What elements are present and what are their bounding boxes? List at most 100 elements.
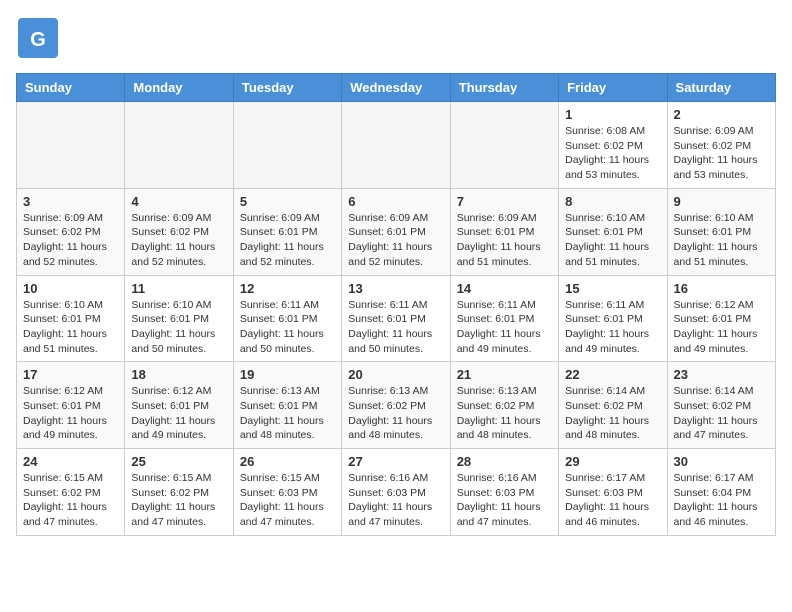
calendar-cell: 1 Sunrise: 6:08 AMSunset: 6:02 PMDaylight… [559,102,667,189]
day-number: 20 [348,367,443,382]
svg-text:G: G [30,29,46,51]
day-number: 15 [565,281,660,296]
calendar-cell: 6 Sunrise: 6:09 AMSunset: 6:01 PMDaylight… [342,188,450,275]
calendar-cell: 24Sunrise: 6:15 AMSunset: 6:02 PMDayligh… [17,449,125,536]
day-info: Sunrise: 6:10 AMSunset: 6:01 PMDaylight:… [23,298,118,357]
day-info: Sunrise: 6:09 AMSunset: 6:02 PMDaylight:… [131,211,226,270]
calendar-header-wednesday: Wednesday [342,74,450,102]
calendar-cell: 25 Sunrise: 6:15 AMSunset: 6:02 PMDayligh… [125,449,233,536]
calendar-cell: 23 Sunrise: 6:14 AMSunset: 6:02 PMDayligh… [667,362,775,449]
calendar-cell [233,102,341,189]
calendar-cell [17,102,125,189]
day-number: 1 [565,107,660,122]
calendar-week-2: 10 Sunrise: 6:10 AMSunset: 6:01 PMDayligh… [17,275,776,362]
calendar-cell: 3Sunrise: 6:09 AMSunset: 6:02 PMDaylight… [17,188,125,275]
calendar-cell: 13 Sunrise: 6:11 AMSunset: 6:01 PMDayligh… [342,275,450,362]
day-info: Sunrise: 6:10 AMSunset: 6:01 PMDaylight:… [674,211,769,270]
day-number: 17 [23,367,118,382]
day-info: Sunrise: 6:15 AMSunset: 6:03 PMDaylight:… [240,471,335,530]
header: G [16,16,776,65]
calendar-cell: 26Sunrise: 6:15 AMSunset: 6:03 PMDayligh… [233,449,341,536]
day-number: 29 [565,454,660,469]
calendar-cell: 7 Sunrise: 6:09 AMSunset: 6:01 PMDaylight… [450,188,558,275]
calendar-week-3: 17 Sunrise: 6:12 AMSunset: 6:01 PMDayligh… [17,362,776,449]
calendar-week-0: 1 Sunrise: 6:08 AMSunset: 6:02 PMDaylight… [17,102,776,189]
day-number: 16 [674,281,769,296]
day-info: Sunrise: 6:11 AMSunset: 6:01 PMDaylight:… [565,298,660,357]
day-info: Sunrise: 6:10 AMSunset: 6:01 PMDaylight:… [565,211,660,270]
day-number: 5 [240,194,335,209]
day-number: 19 [240,367,335,382]
day-number: 6 [348,194,443,209]
day-info: Sunrise: 6:09 AMSunset: 6:01 PMDaylight:… [348,211,443,270]
day-info: Sunrise: 6:15 AMSunset: 6:02 PMDaylight:… [23,471,118,530]
calendar-cell: 21Sunrise: 6:13 AMSunset: 6:02 PMDayligh… [450,362,558,449]
calendar-cell: 29Sunrise: 6:17 AMSunset: 6:03 PMDayligh… [559,449,667,536]
day-info: Sunrise: 6:11 AMSunset: 6:01 PMDaylight:… [348,298,443,357]
day-info: Sunrise: 6:09 AMSunset: 6:01 PMDaylight:… [457,211,552,270]
calendar-cell: 30 Sunrise: 6:17 AMSunset: 6:04 PMDayligh… [667,449,775,536]
calendar-cell: 16 Sunrise: 6:12 AMSunset: 6:01 PMDayligh… [667,275,775,362]
calendar-header-row: SundayMondayTuesdayWednesdayThursdayFrid… [17,74,776,102]
page: G SundayMondayTuesdayWednesdayThursdayFr… [0,0,792,552]
day-number: 30 [674,454,769,469]
day-number: 7 [457,194,552,209]
calendar-cell: 2 Sunrise: 6:09 AMSunset: 6:02 PMDaylight… [667,102,775,189]
calendar-cell [125,102,233,189]
calendar-table: SundayMondayTuesdayWednesdayThursdayFrid… [16,73,776,536]
calendar-cell: 19 Sunrise: 6:13 AMSunset: 6:01 PMDayligh… [233,362,341,449]
calendar-header-friday: Friday [559,74,667,102]
day-info: Sunrise: 6:14 AMSunset: 6:02 PMDaylight:… [565,384,660,443]
day-info: Sunrise: 6:17 AMSunset: 6:04 PMDaylight:… [674,471,769,530]
day-info: Sunrise: 6:13 AMSunset: 6:02 PMDaylight:… [348,384,443,443]
calendar-cell: 10 Sunrise: 6:10 AMSunset: 6:01 PMDayligh… [17,275,125,362]
day-info: Sunrise: 6:12 AMSunset: 6:01 PMDaylight:… [23,384,118,443]
day-number: 8 [565,194,660,209]
calendar-cell: 15 Sunrise: 6:11 AMSunset: 6:01 PMDayligh… [559,275,667,362]
day-info: Sunrise: 6:11 AMSunset: 6:01 PMDaylight:… [240,298,335,357]
calendar-cell: 4 Sunrise: 6:09 AMSunset: 6:02 PMDaylight… [125,188,233,275]
day-number: 4 [131,194,226,209]
calendar-header-thursday: Thursday [450,74,558,102]
day-number: 25 [131,454,226,469]
day-number: 10 [23,281,118,296]
calendar-week-4: 24Sunrise: 6:15 AMSunset: 6:02 PMDayligh… [17,449,776,536]
day-number: 27 [348,454,443,469]
day-number: 3 [23,194,118,209]
day-number: 11 [131,281,226,296]
calendar-header-monday: Monday [125,74,233,102]
calendar-cell: 27 Sunrise: 6:16 AMSunset: 6:03 PMDayligh… [342,449,450,536]
calendar-cell: 8 Sunrise: 6:10 AMSunset: 6:01 PMDaylight… [559,188,667,275]
day-info: Sunrise: 6:09 AMSunset: 6:02 PMDaylight:… [674,124,769,183]
day-number: 13 [348,281,443,296]
day-number: 9 [674,194,769,209]
day-info: Sunrise: 6:14 AMSunset: 6:02 PMDaylight:… [674,384,769,443]
calendar-cell: 11 Sunrise: 6:10 AMSunset: 6:01 PMDayligh… [125,275,233,362]
calendar-header-saturday: Saturday [667,74,775,102]
day-info: Sunrise: 6:09 AMSunset: 6:01 PMDaylight:… [240,211,335,270]
day-info: Sunrise: 6:12 AMSunset: 6:01 PMDaylight:… [131,384,226,443]
calendar-cell [450,102,558,189]
day-info: Sunrise: 6:16 AMSunset: 6:03 PMDaylight:… [348,471,443,530]
logo: G [16,16,64,65]
day-info: Sunrise: 6:15 AMSunset: 6:02 PMDaylight:… [131,471,226,530]
calendar-cell: 18 Sunrise: 6:12 AMSunset: 6:01 PMDayligh… [125,362,233,449]
day-number: 2 [674,107,769,122]
calendar-cell: 12Sunrise: 6:11 AMSunset: 6:01 PMDayligh… [233,275,341,362]
day-info: Sunrise: 6:16 AMSunset: 6:03 PMDaylight:… [457,471,552,530]
day-info: Sunrise: 6:12 AMSunset: 6:01 PMDaylight:… [674,298,769,357]
calendar-cell [342,102,450,189]
day-info: Sunrise: 6:08 AMSunset: 6:02 PMDaylight:… [565,124,660,183]
day-info: Sunrise: 6:10 AMSunset: 6:01 PMDaylight:… [131,298,226,357]
day-number: 21 [457,367,552,382]
day-number: 14 [457,281,552,296]
calendar-cell: 5 Sunrise: 6:09 AMSunset: 6:01 PMDaylight… [233,188,341,275]
calendar-cell: 17 Sunrise: 6:12 AMSunset: 6:01 PMDayligh… [17,362,125,449]
calendar-cell: 22 Sunrise: 6:14 AMSunset: 6:02 PMDayligh… [559,362,667,449]
day-number: 18 [131,367,226,382]
day-number: 22 [565,367,660,382]
day-number: 23 [674,367,769,382]
day-info: Sunrise: 6:13 AMSunset: 6:01 PMDaylight:… [240,384,335,443]
calendar-week-1: 3 Sunrise: 6:09 AMSunset: 6:02 PMDaylight… [17,188,776,275]
logo-icon: G [16,16,60,65]
